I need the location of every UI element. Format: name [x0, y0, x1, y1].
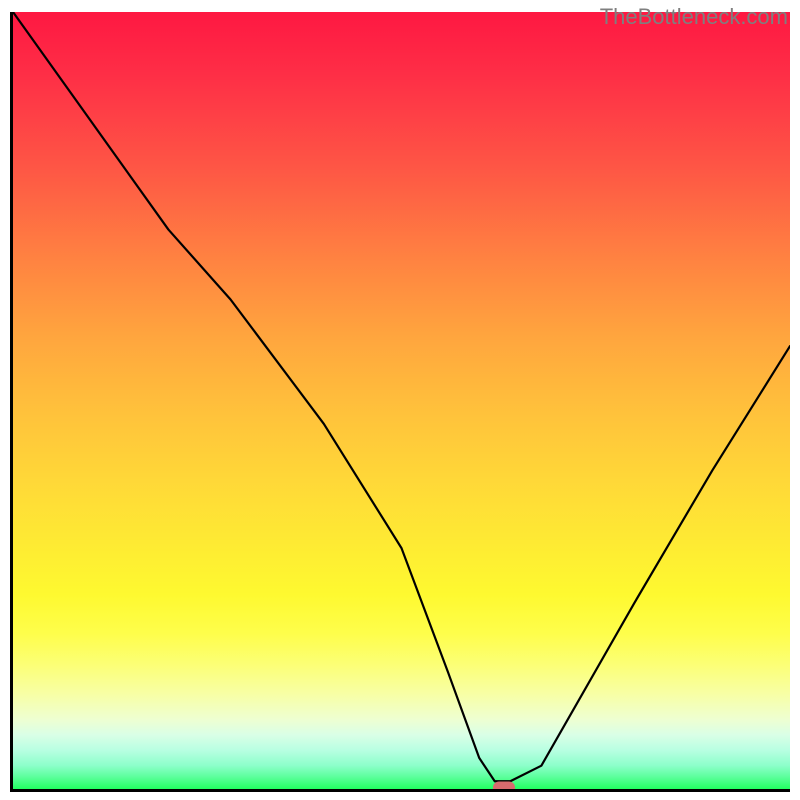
bottleneck-curve	[13, 12, 790, 789]
chart-container: TheBottleneck.com	[0, 0, 800, 800]
optimal-point-marker	[493, 782, 515, 792]
plot-area	[10, 12, 790, 792]
watermark-text: TheBottleneck.com	[600, 4, 788, 30]
